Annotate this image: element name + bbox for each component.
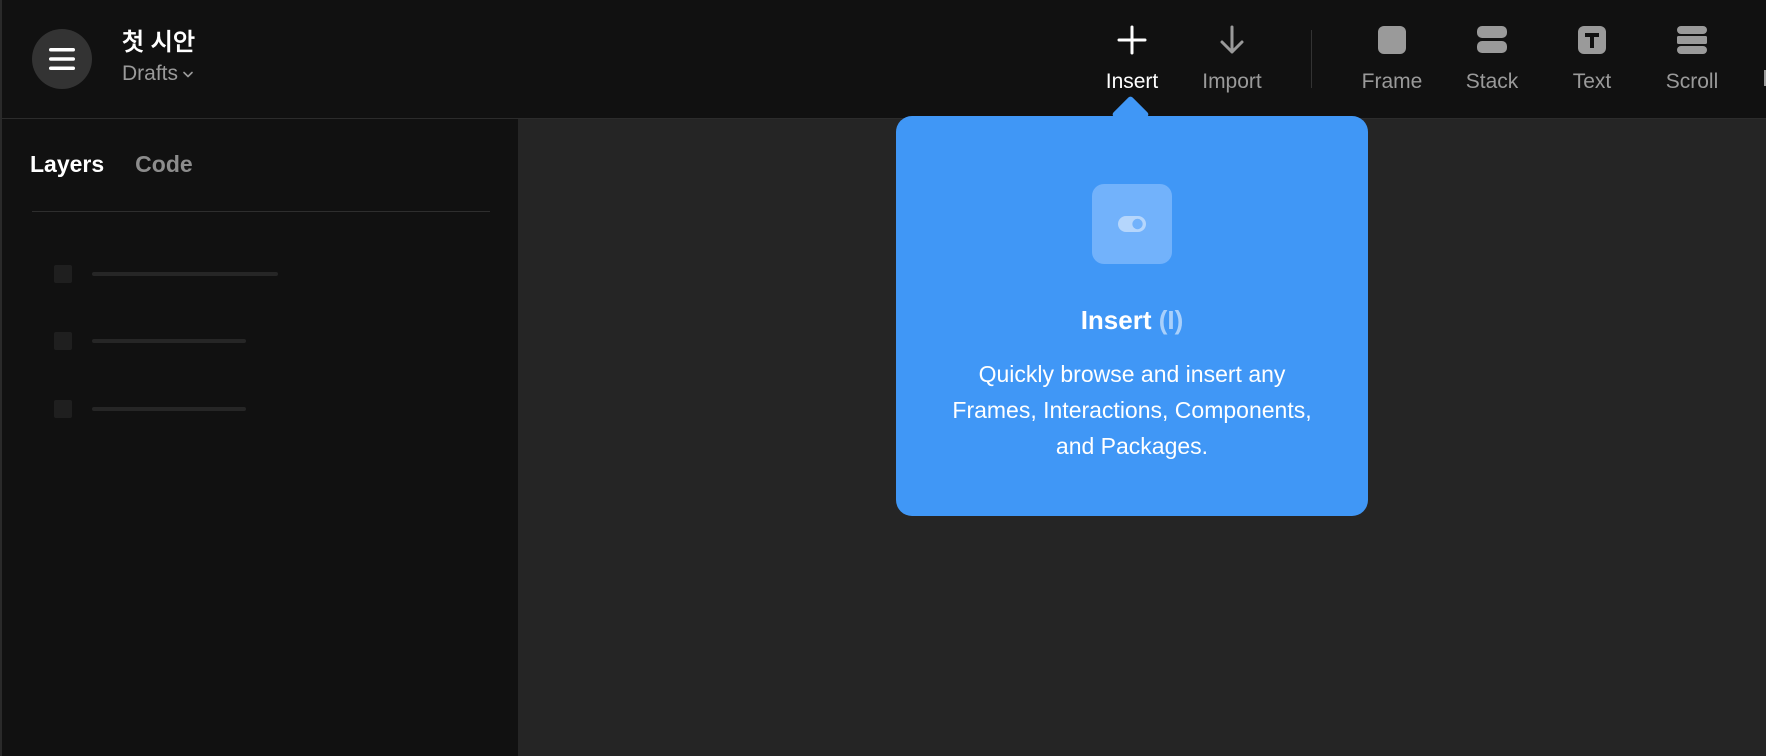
tool-text-label: Text [1572,70,1612,93]
popover-title: Insert (I) [1081,304,1184,336]
toolbar-divider [1311,30,1312,88]
layer-skeleton-row [54,265,278,283]
layer-skeleton-icon [54,400,72,418]
layer-skeleton-icon [54,265,72,283]
top-toolbar: 첫 시안 Drafts Insert Import Frame Stack Te… [0,0,1766,119]
tool-scroll[interactable]: Scroll [1642,20,1742,100]
popover-description: Quickly browse and insert any Frames, In… [952,361,1312,459]
layer-skeleton-icon [54,332,72,350]
stack-icon [1477,26,1507,53]
popover-icon-tile [1092,184,1172,264]
frame-icon [1378,26,1406,54]
tool-stack[interactable]: Stack [1442,20,1542,100]
arrow-down-icon [1220,25,1244,54]
tool-stack-label: Stack [1465,70,1519,93]
tabs-divider [32,211,490,212]
layer-skeleton-line [92,407,246,411]
project-info: 첫 시안 Drafts [122,28,195,88]
project-name[interactable]: 첫 시안 [122,28,195,58]
layer-skeleton-row [54,400,246,418]
layer-skeleton-line [92,339,246,343]
tool-text[interactable]: Text [1542,20,1642,100]
popover-shortcut: (I) [1158,305,1184,335]
hamburger-menu-icon [49,48,75,70]
tool-insert[interactable]: Insert [1082,20,1182,100]
tool-insert-label: Insert [1105,70,1159,93]
main-menu-button[interactable] [32,29,92,89]
tool-import-label: Import [1202,70,1262,93]
layer-skeleton-line [92,272,278,276]
left-sidebar: Layers Code [0,119,518,756]
plus-icon [1117,25,1147,55]
insert-tooltip-popover: Insert (I) Quickly browse and insert any… [896,116,1368,516]
popover-title-text: Insert [1080,305,1152,335]
project-folder-dropdown[interactable]: Drafts [122,60,195,88]
app-window: 첫 시안 Drafts Insert Import Frame Stack Te… [0,0,1766,756]
chevron-down-icon [183,71,193,77]
tool-frame[interactable]: Frame [1342,20,1442,100]
tool-frame-label: Frame [1361,70,1423,93]
tool-scroll-label: Scroll [1665,70,1719,93]
tab-layers[interactable]: Layers [30,149,104,179]
tab-code[interactable]: Code [135,149,193,179]
scroll-icon [1677,26,1707,54]
layer-skeleton-row [54,332,246,350]
toggle-icon [1118,216,1146,232]
text-icon [1578,26,1606,54]
project-folder-label: Drafts [122,62,179,85]
tool-import[interactable]: Import [1182,20,1282,100]
sidebar-tabs: Layers Code [30,149,193,179]
